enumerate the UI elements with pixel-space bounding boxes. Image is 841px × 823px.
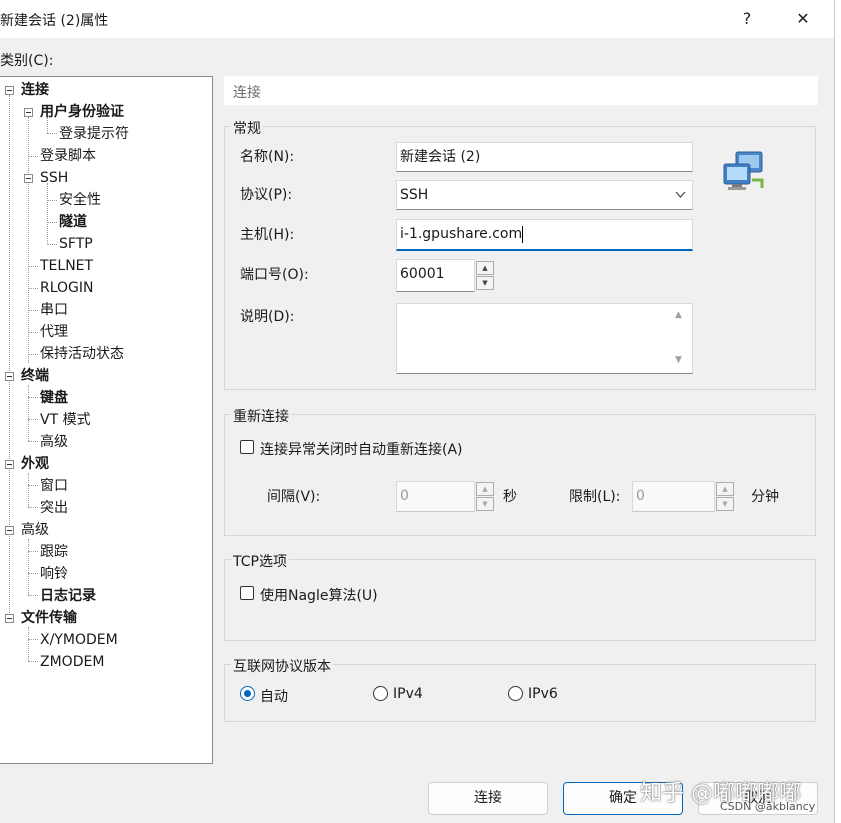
tree-item-advanced[interactable]: 高级	[21, 521, 49, 539]
limit-unit: 分钟	[751, 489, 779, 505]
tree-item-xymodem[interactable]: X/YMODEM	[40, 631, 118, 649]
tree-item-highlight[interactable]: 突出	[40, 499, 68, 517]
scroll-up-icon[interactable]: ▲	[675, 310, 682, 320]
tree-item-tunnel[interactable]: 隧道	[59, 213, 87, 231]
host-input[interactable]: i-1.gpushare.com	[396, 219, 693, 251]
tree-item-zmodem[interactable]: ZMODEM	[40, 653, 104, 671]
spin-down-icon[interactable]: ▼	[476, 497, 494, 511]
csdn-watermark: CSDN @akblancy	[720, 800, 816, 813]
auto-reconnect-checkbox[interactable]	[240, 440, 254, 454]
general-group-title: 常规	[231, 118, 263, 138]
tree-item-sftp[interactable]: SFTP	[59, 235, 93, 253]
chevron-down-icon	[675, 191, 686, 198]
expander-connection[interactable]	[5, 86, 14, 95]
name-input[interactable]: 新建会话 (2)	[396, 142, 693, 172]
tree-item-terminal-advanced[interactable]: 高级	[40, 433, 68, 451]
expander-user-auth[interactable]	[24, 108, 33, 117]
spin-up-icon[interactable]: ▲	[476, 482, 494, 496]
auto-reconnect-label: 连接异常关闭时自动重新连接(A)	[260, 442, 463, 458]
tree-item-vt-mode[interactable]: VT 模式	[40, 411, 91, 429]
help-button[interactable]: ?	[733, 6, 761, 32]
tree-item-file-transfer[interactable]: 文件传输	[21, 609, 77, 627]
radio-ipv6-label: IPv6	[528, 686, 558, 702]
radio-auto-label: 自动	[260, 689, 288, 705]
host-value: i-1.gpushare.com	[400, 226, 523, 242]
scroll-down-icon[interactable]: ▼	[675, 355, 682, 365]
category-label: 类别(C):	[0, 53, 54, 69]
window-title: 新建会话 (2)属性	[0, 13, 109, 29]
reconnect-group-title: 重新连接	[231, 406, 291, 426]
reconnect-group	[224, 414, 816, 536]
radio-ipv4-label: IPv4	[393, 686, 423, 702]
expander-appearance[interactable]	[5, 460, 14, 469]
tree-item-telnet[interactable]: TELNET	[40, 257, 93, 275]
tree-item-proxy[interactable]: 代理	[40, 323, 68, 341]
tree-item-appearance[interactable]: 外观	[21, 455, 49, 473]
limit-label: 限制(L):	[569, 489, 621, 505]
spin-up-icon[interactable]: ▲	[476, 261, 494, 275]
close-icon[interactable]: ✕	[789, 6, 817, 32]
tree-item-bell[interactable]: 响铃	[40, 565, 68, 583]
interval-unit: 秒	[503, 489, 517, 505]
description-textarea[interactable]	[396, 303, 693, 374]
interval-spinner[interactable]: ▲ ▼	[476, 482, 494, 512]
spin-up-icon[interactable]: ▲	[716, 482, 734, 496]
expander-terminal[interactable]	[5, 372, 14, 381]
protocol-value: SSH	[400, 187, 429, 203]
protocol-label: 协议(P):	[240, 187, 293, 203]
tree-item-login-prompt[interactable]: 登录提示符	[59, 125, 129, 143]
tree-item-keyboard[interactable]: 键盘	[40, 389, 68, 407]
expander-ssh[interactable]	[24, 174, 33, 183]
port-label: 端口号(O):	[240, 267, 309, 283]
spin-down-icon[interactable]: ▼	[716, 497, 734, 511]
radio-ipv4[interactable]	[373, 686, 388, 701]
expander-advanced[interactable]	[5, 526, 14, 535]
tree-item-ssh[interactable]: SSH	[40, 169, 68, 187]
title-bar: 新建会话 (2)属性 ? ✕	[0, 0, 834, 38]
name-label: 名称(N):	[240, 149, 295, 165]
tree-item-rlogin[interactable]: RLOGIN	[40, 279, 94, 297]
panel-header: 连接	[224, 76, 818, 105]
limit-spinner[interactable]: ▲ ▼	[716, 482, 734, 512]
tree-item-user-auth[interactable]: 用户身份验证	[40, 103, 124, 121]
nagle-label: 使用Nagle算法(U)	[260, 588, 378, 604]
tree-item-keepalive[interactable]: 保持活动状态	[40, 345, 124, 363]
radio-auto[interactable]	[240, 686, 255, 701]
tree-item-security[interactable]: 安全性	[59, 191, 101, 209]
ip-version-group-title: 互联网协议版本	[231, 656, 333, 676]
category-tree[interactable]: 连接 用户身份验证 登录提示符 登录脚本 SSH 安全性 隧道 SFTP TEL…	[0, 76, 213, 764]
interval-input[interactable]: 0	[396, 481, 475, 512]
spin-down-icon[interactable]: ▼	[476, 276, 494, 290]
connect-button[interactable]: 连接	[428, 782, 548, 815]
tcp-group-title: TCP选项	[231, 551, 289, 571]
session-properties-dialog: 新建会话 (2)属性 ? ✕ 类别(C): 连接 用户身份验证 登录提示符 登录…	[0, 0, 835, 823]
port-spinner[interactable]: ▲ ▼	[476, 261, 494, 291]
nagle-checkbox[interactable]	[240, 586, 254, 600]
protocol-select[interactable]: SSH	[396, 180, 693, 210]
port-input[interactable]: 60001	[396, 259, 475, 292]
description-label: 说明(D):	[240, 309, 295, 325]
network-computers-icon	[723, 151, 764, 190]
panel-header-title: 连接	[233, 85, 261, 101]
text-caret	[522, 225, 524, 243]
tree-item-terminal[interactable]: 终端	[21, 367, 49, 385]
radio-ipv6[interactable]	[508, 686, 523, 701]
tree-item-window[interactable]: 窗口	[40, 477, 68, 495]
tree-item-serial[interactable]: 串口	[40, 301, 68, 319]
tree-item-connection[interactable]: 连接	[21, 81, 49, 99]
expander-file-transfer[interactable]	[5, 614, 14, 623]
tree-item-login-script[interactable]: 登录脚本	[40, 147, 96, 165]
limit-input[interactable]: 0	[632, 481, 715, 512]
tree-item-trace[interactable]: 跟踪	[40, 543, 68, 561]
tree-item-logging[interactable]: 日志记录	[40, 587, 96, 605]
host-label: 主机(H):	[240, 227, 295, 243]
interval-label: 间隔(V):	[267, 489, 321, 505]
